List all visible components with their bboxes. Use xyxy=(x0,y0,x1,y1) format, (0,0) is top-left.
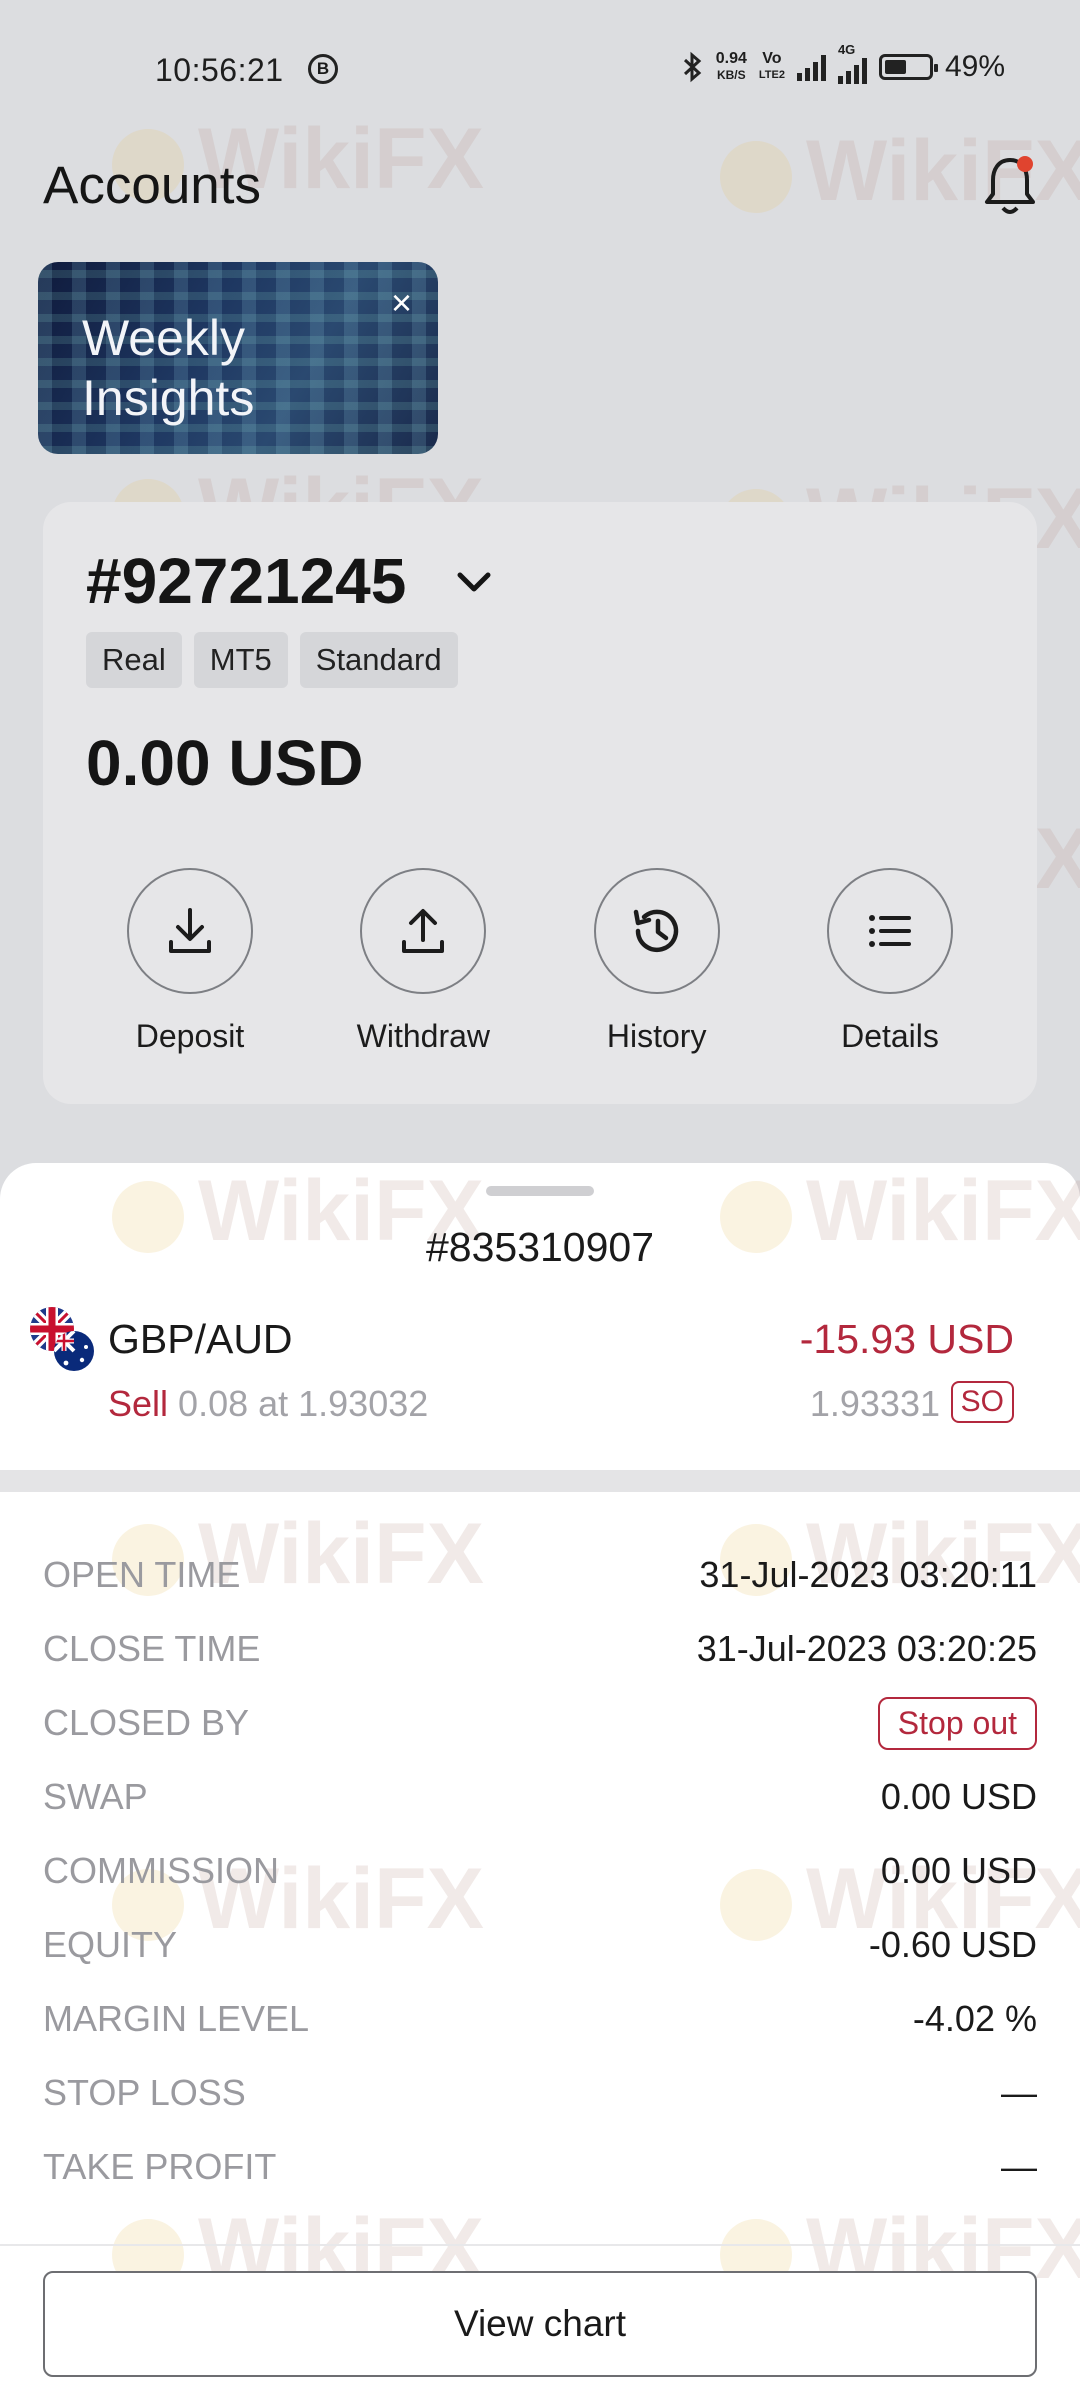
detail-row-stop-loss: STOP LOSS — xyxy=(43,2056,1037,2130)
section-divider xyxy=(0,1470,1080,1492)
download-icon xyxy=(169,908,211,953)
gbp-aud-flag-icon xyxy=(30,1307,94,1371)
detail-row-swap: SWAP 0.00 USD xyxy=(43,1760,1037,1834)
closed-by-badge: Stop out xyxy=(877,1696,1037,1750)
detail-key: OPEN TIME xyxy=(43,1554,241,1595)
current-price: 1.93331 xyxy=(809,1383,940,1424)
page-title: Accounts xyxy=(43,156,262,215)
account-actions: Deposit Withdraw History Details xyxy=(85,868,995,1055)
chevron-down-icon[interactable] xyxy=(452,560,496,604)
account-tags: Real MT5 Standard xyxy=(86,632,458,688)
list-icon xyxy=(868,915,911,947)
detail-row-closed-by: CLOSED BY Stop out xyxy=(43,1686,1037,1760)
battery-icon xyxy=(878,54,938,80)
volte-icon: Vo LTE2 xyxy=(758,50,785,82)
bell-icon xyxy=(985,156,1035,214)
account-number[interactable]: #92721245 xyxy=(86,544,406,618)
banner-text: Weekly Insights xyxy=(82,310,255,426)
deposit-button[interactable]: Deposit xyxy=(85,868,295,1055)
withdraw-button[interactable]: Withdraw xyxy=(318,868,528,1055)
account-type-tag: Real xyxy=(86,632,182,688)
status-bar: 10:56:21 B 0.94 KB/S Vo LTE2 4G 49% xyxy=(0,0,1080,140)
footer-divider xyxy=(0,2244,1080,2246)
sheet-drag-handle[interactable] xyxy=(486,1186,594,1196)
detail-value: — xyxy=(1001,2146,1037,2187)
withdraw-icon-circle xyxy=(360,868,487,994)
position-symbol: GBP/AUD xyxy=(108,1316,293,1362)
detail-key: COMMISSION xyxy=(43,1850,280,1891)
status-icons: 0.94 KB/S Vo LTE2 4G 49% xyxy=(682,42,1005,84)
details-label: Details xyxy=(841,1018,939,1054)
detail-key: STOP LOSS xyxy=(43,2072,246,2113)
b-badge-icon: B xyxy=(308,54,338,84)
detail-key: CLOSE TIME xyxy=(43,1628,261,1669)
detail-row-commission: COMMISSION 0.00 USD xyxy=(43,1834,1037,1908)
detail-key: EQUITY xyxy=(43,1924,178,1965)
detail-row-take-profit: TAKE PROFIT — xyxy=(43,2130,1037,2204)
deposit-label: Deposit xyxy=(135,1018,245,1054)
history-label: History xyxy=(606,1018,707,1054)
detail-key: MARGIN LEVEL xyxy=(43,1998,310,2039)
platform-tag: MT5 xyxy=(193,632,288,688)
detail-value: -4.02 % xyxy=(912,1998,1037,2039)
detail-row-open-time: OPEN TIME 31-Jul-2023 03:20:11 xyxy=(43,1538,1037,1612)
stop-out-badge: SO xyxy=(950,1381,1014,1423)
details-icon-circle xyxy=(826,868,953,994)
detail-key: CLOSED BY xyxy=(43,1702,250,1743)
history-button[interactable]: History xyxy=(552,868,762,1055)
position-side-volume: Sell 0.08 at 1.93032 xyxy=(108,1383,428,1425)
notification-button[interactable] xyxy=(980,150,1040,220)
detail-value: 0.00 USD xyxy=(880,1776,1037,1817)
detail-key: TAKE PROFIT xyxy=(43,2146,277,2187)
history-icon-circle xyxy=(593,868,720,994)
close-banner-icon[interactable]: × xyxy=(391,282,412,324)
detail-value: — xyxy=(1001,2072,1037,2113)
detail-value: -0.60 USD xyxy=(868,1924,1037,1965)
battery-percent: 49% xyxy=(944,50,1005,83)
detail-row-margin-level: MARGIN LEVEL -4.02 % xyxy=(43,1982,1037,2056)
upload-icon xyxy=(402,909,445,953)
net-speed: 0.94 KB/S xyxy=(715,50,747,83)
details-list: OPEN TIME 31-Jul-2023 03:20:11 CLOSE TIME… xyxy=(43,1538,1037,2204)
account-class-tag: Standard xyxy=(299,632,458,688)
details-button[interactable]: Details xyxy=(785,868,995,1055)
bluetooth-icon xyxy=(683,51,701,83)
history-icon xyxy=(633,909,678,953)
signal-4g-icon: 4G xyxy=(837,42,867,84)
signal-icon xyxy=(796,53,826,81)
position-volume-price: 0.08 at 1.93032 xyxy=(178,1383,429,1424)
detail-row-equity: EQUITY -0.60 USD xyxy=(43,1908,1037,1982)
detail-key: SWAP xyxy=(43,1776,148,1817)
detail-value: 0.00 USD xyxy=(880,1850,1037,1891)
deposit-icon-circle xyxy=(127,868,253,994)
position-side: Sell xyxy=(108,1383,169,1424)
order-id: #835310907 xyxy=(425,1224,655,1270)
detail-row-close-time: CLOSE TIME 31-Jul-2023 03:20:25 xyxy=(43,1612,1037,1686)
position-pnl: -15.93 USD xyxy=(799,1316,1014,1362)
account-balance: 0.00 USD xyxy=(86,727,364,799)
weekly-insights-banner[interactable]: Weekly Insights × xyxy=(38,262,438,454)
status-time: 10:56:21 xyxy=(155,52,284,88)
view-chart-button[interactable]: View chart xyxy=(43,2271,1037,2377)
withdraw-label: Withdraw xyxy=(356,1018,490,1054)
detail-value: 31-Jul-2023 03:20:25 xyxy=(696,1628,1037,1669)
detail-value: 31-Jul-2023 03:20:11 xyxy=(699,1554,1037,1595)
